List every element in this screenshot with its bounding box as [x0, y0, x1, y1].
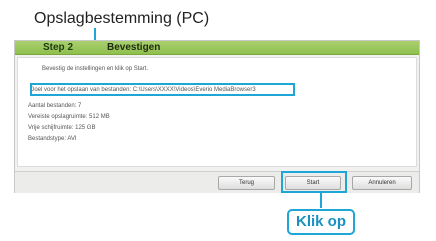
destination-highlight: [30, 83, 295, 96]
file-count-row: Aantal bestanden: 7: [28, 103, 82, 109]
window-header: Step 2 Bevestigen: [15, 41, 419, 55]
cancel-button[interactable]: Annuleren: [352, 176, 412, 190]
header-title: Bevestigen: [107, 42, 161, 53]
click-callout-line: [320, 193, 322, 208]
file-type-row: Bestandstype: AVI: [28, 136, 77, 142]
free-space-row: Vrije schijfruimte: 125 GB: [28, 125, 96, 131]
button-bar: Terug Start Annuleren: [15, 171, 419, 193]
back-button[interactable]: Terug: [218, 176, 275, 190]
destination-callout-label: Opslagbestemming (PC): [34, 10, 210, 27]
intro-text: Bevestig de instellingen en klik op Star…: [42, 66, 149, 72]
start-highlight: [281, 171, 347, 193]
settings-panel: Bevestig de instellingen en klik op Star…: [17, 57, 417, 167]
confirm-window: Step 2 Bevestigen Bevestig de instelling…: [14, 40, 420, 193]
step-label: Step 2: [43, 42, 74, 53]
required-space-row: Vereiste opslagruimte: 512 MB: [28, 114, 110, 120]
click-callout-label: Klik op: [287, 209, 355, 235]
